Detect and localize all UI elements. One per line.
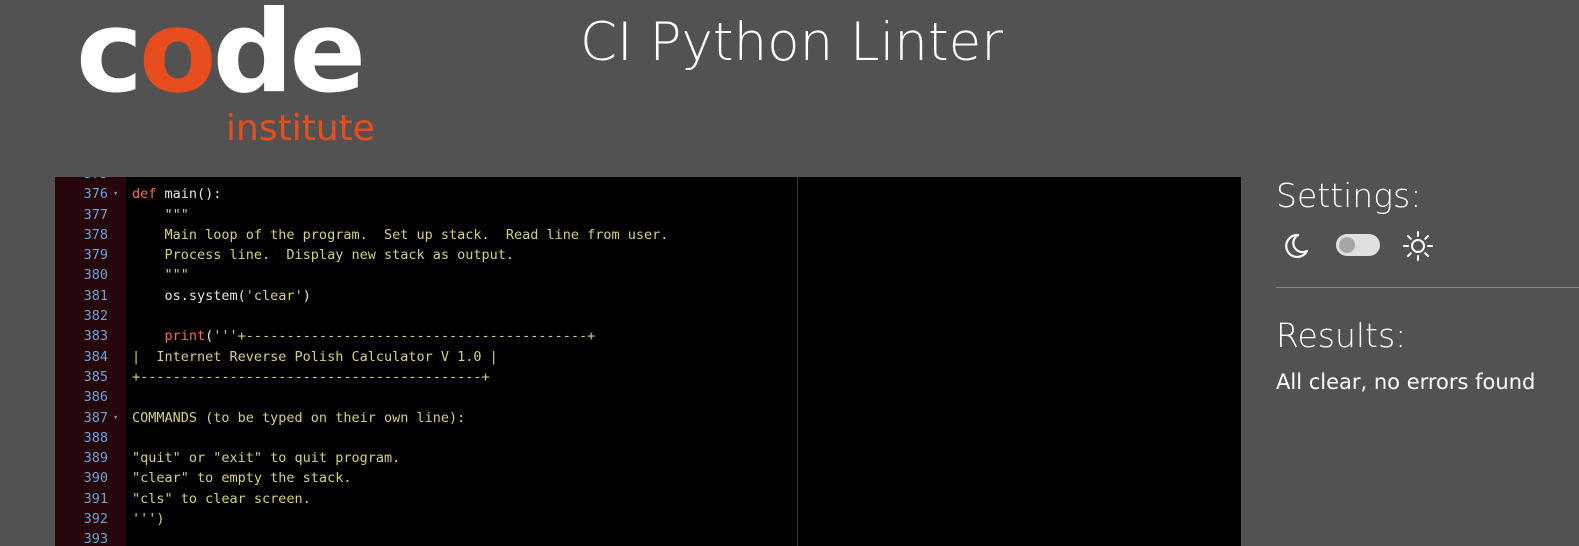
code-text: | Internet Reverse Polish Calculator V 1…	[132, 347, 498, 367]
theme-toggle-switch[interactable]	[1336, 234, 1380, 256]
code-line[interactable]: 378 Main loop of the program. Set up sta…	[55, 225, 797, 245]
code-token: | Internet Reverse Polish Calculator V 1…	[132, 348, 498, 365]
code-token: main():	[156, 186, 222, 203]
code-text: """	[132, 265, 189, 285]
code-token: """	[132, 206, 189, 223]
line-number: 387	[83, 409, 108, 426]
code-token: "cls" to clear screen.	[132, 490, 311, 507]
code-token: '''+------------------------------------…	[213, 328, 596, 345]
fold-arrow-icon[interactable]: ▾	[113, 184, 118, 204]
toggle-knob	[1339, 237, 1355, 253]
code-line[interactable]: 393	[55, 529, 797, 546]
code-editor[interactable]: 375376▾def main():377 """378 Main loop o…	[55, 177, 1241, 546]
code-token: Process line. Display new stack as outpu…	[132, 247, 515, 264]
code-line[interactable]: 385 +------------------------------------…	[55, 367, 797, 387]
code-token: """	[132, 267, 189, 284]
code-token: Main loop of the program. Set up stack. …	[132, 226, 669, 243]
line-number: 389	[83, 450, 108, 467]
code-token: def	[132, 186, 157, 203]
code-token: "clear" to empty the stack.	[132, 470, 352, 487]
line-number: 386	[83, 389, 108, 406]
logo-c: c	[76, 0, 143, 118]
code-line[interactable]: 386	[55, 387, 797, 407]
line-number: 390	[83, 470, 108, 487]
code-token: print	[164, 328, 206, 345]
code-line[interactable]: 392 ''')	[55, 509, 797, 529]
code-token: +---------------------------------------…	[132, 368, 490, 385]
code-text: os.system('clear')	[132, 286, 311, 306]
code-line[interactable]: 380 """	[55, 265, 797, 285]
line-number: 377	[83, 206, 108, 223]
results-message: All clear, no errors found	[1276, 370, 1536, 394]
code-line[interactable]: 381 os.system('clear')	[55, 286, 797, 306]
code-line[interactable]: 383 print('''+--------------------------…	[55, 326, 797, 346]
line-number: 393	[83, 531, 108, 546]
theme-toggle-row	[1280, 228, 1440, 264]
code-line[interactable]: 387 ▾ COMMANDS (to be typed on their own l…	[55, 408, 797, 428]
line-number: 392	[83, 511, 108, 528]
code-text: def main():	[132, 184, 221, 204]
code-line[interactable]: 391 "cls" to clear screen.	[55, 489, 797, 509]
editor-print-margin	[797, 177, 798, 546]
line-number: 379	[83, 247, 108, 264]
code-text: print('''+------------------------------…	[132, 326, 596, 346]
logo-de: de	[212, 0, 367, 118]
page-title: CI Python Linter	[580, 12, 1004, 73]
code-text: "cls" to clear screen.	[132, 489, 311, 509]
code-token: ''')	[132, 511, 165, 528]
code-line[interactable]: 384 | Internet Reverse Polish Calculator …	[55, 347, 797, 367]
logo-subtitle: institute	[226, 108, 375, 149]
code-line[interactable]: 388	[55, 428, 797, 448]
code-line[interactable]: 389 "quit" or "exit" to quit program.	[55, 448, 797, 468]
code-token: COMMANDS (to be typed on their own line)…	[132, 409, 466, 426]
code-text: COMMANDS (to be typed on their own line)…	[132, 408, 465, 428]
line-number: 388	[83, 429, 108, 446]
line-number: 381	[83, 287, 108, 304]
code-token: os.system(	[132, 287, 246, 304]
code-line[interactable]: 376 ▾ def main():	[55, 184, 797, 204]
line-number: 382	[83, 308, 108, 325]
line-number: 376	[83, 186, 108, 203]
line-number: 385	[83, 368, 108, 385]
logo-o: o	[138, 0, 217, 118]
fold-arrow-icon[interactable]: ▾	[113, 408, 118, 428]
code-lines[interactable]: 375376▾def main():377 """378 Main loop o…	[55, 177, 797, 546]
line-number: 378	[83, 226, 108, 243]
logo-wordmark: code	[76, 0, 366, 109]
line-number: 380	[83, 267, 108, 284]
code-text: ''')	[132, 509, 165, 529]
code-line[interactable]: 382	[55, 306, 797, 326]
code-line[interactable]: 390 "clear" to empty the stack.	[55, 468, 797, 488]
code-text: "quit" or "exit" to quit program.	[132, 448, 400, 468]
line-number: 384	[83, 348, 108, 365]
code-text: Process line. Display new stack as outpu…	[132, 245, 515, 265]
line-number: 391	[83, 490, 108, 507]
code-text: "clear" to empty the stack.	[132, 468, 351, 488]
settings-heading: Settings:	[1276, 176, 1422, 215]
code-text: Main loop of the program. Set up stack. …	[132, 225, 669, 245]
code-line[interactable]: 375	[55, 177, 797, 184]
results-heading: Results:	[1276, 316, 1407, 355]
line-number: 375	[55, 177, 108, 184]
code-text: +---------------------------------------…	[132, 367, 490, 387]
moon-icon	[1285, 233, 1309, 259]
code-institute-logo: code institute	[76, 0, 396, 158]
line-number: 383	[83, 328, 108, 345]
code-token: )	[302, 287, 311, 304]
code-line[interactable]: 379 Process line. Display new stack as o…	[55, 245, 797, 265]
settings-divider	[1276, 287, 1579, 288]
code-text: """	[132, 205, 189, 225]
sun-icon	[1403, 231, 1433, 261]
code-token: 'clear'	[245, 287, 303, 304]
code-token: "quit" or "exit" to quit program.	[132, 450, 401, 467]
code-line[interactable]: 377 """	[55, 205, 797, 225]
